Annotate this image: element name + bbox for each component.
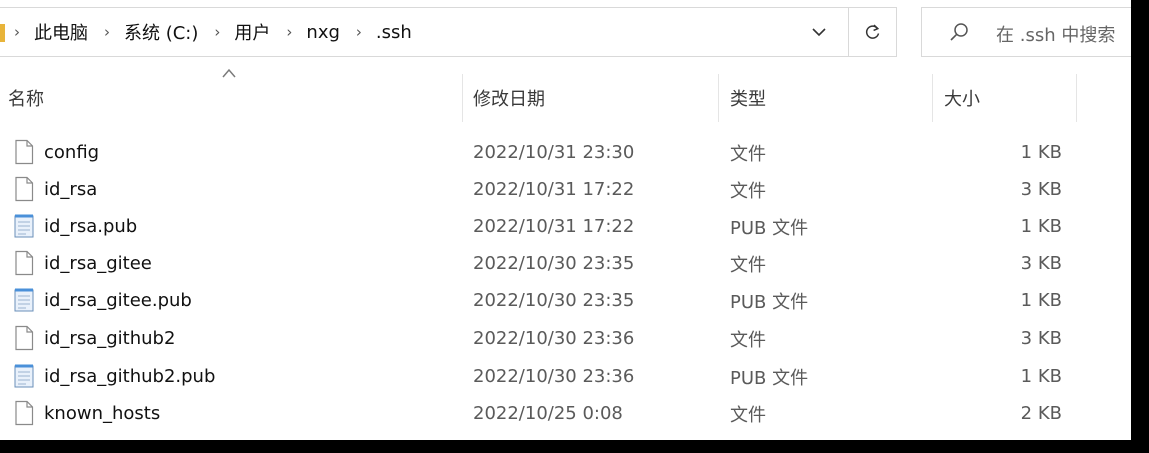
file-date: 2022/10/31 17:22 — [473, 216, 635, 237]
refresh-button[interactable] — [848, 8, 896, 56]
blank-file-icon — [15, 250, 34, 276]
column-header-name-label: 名称 — [8, 89, 44, 110]
file-size: 3 KB — [1020, 179, 1062, 200]
file-type: PUB 文件 — [730, 367, 809, 389]
search-input[interactable]: 在 .ssh 中搜索 — [921, 7, 1131, 57]
file-name[interactable]: id_rsa_github2.pub — [44, 358, 215, 395]
file-size: 3 KB — [1020, 253, 1062, 274]
column-divider[interactable] — [1076, 74, 1077, 122]
notepad-file-icon — [14, 364, 34, 388]
file-name[interactable]: id_rsa_gitee.pub — [44, 282, 192, 319]
file-date: 2022/10/25 0:08 — [473, 403, 623, 424]
file-size: 2 KB — [1020, 403, 1062, 424]
file-type: 文件 — [730, 143, 766, 165]
file-date: 2022/10/31 17:22 — [473, 179, 635, 200]
breadcrumb-drive-c[interactable]: 系统 (C:) — [124, 19, 198, 45]
blank-file-icon — [15, 139, 34, 165]
column-header-type-label: 类型 — [730, 89, 766, 110]
file-size: 1 KB — [1020, 366, 1062, 387]
chevron-right-icon: › — [14, 23, 20, 41]
file-date: 2022/10/30 23:36 — [473, 366, 635, 387]
file-type: PUB 文件 — [730, 217, 809, 239]
address-bar[interactable]: › 此电脑 › 系统 (C:) › 用户 › nxg › .ssh — [0, 7, 897, 57]
chevron-right-icon[interactable]: › — [104, 23, 110, 41]
folder-icon — [0, 24, 5, 42]
file-date: 2022/10/30 23:36 — [473, 328, 635, 349]
refresh-icon — [865, 24, 879, 39]
file-type: 文件 — [730, 404, 766, 426]
chevron-right-icon[interactable]: › — [286, 23, 292, 41]
column-divider[interactable] — [932, 74, 933, 122]
file-row[interactable]: config 2022/10/31 23:30 文件 1 KB — [0, 134, 1131, 171]
file-name[interactable]: id_rsa — [44, 171, 97, 208]
file-size: 3 KB — [1020, 328, 1062, 349]
file-date: 2022/10/30 23:35 — [473, 290, 635, 311]
column-divider[interactable] — [462, 74, 463, 122]
search-icon — [950, 23, 968, 41]
file-row[interactable]: known_hosts 2022/10/25 0:08 文件 2 KB — [0, 395, 1131, 432]
column-header-size-label: 大小 — [944, 89, 980, 110]
explorer-window: › 此电脑 › 系统 (C:) › 用户 › nxg › .ssh 在 .ssh… — [0, 0, 1131, 440]
file-row[interactable]: id_rsa_gitee 2022/10/30 23:35 文件 3 KB — [0, 245, 1131, 282]
file-row[interactable]: id_rsa.pub 2022/10/31 17:22 PUB 文件 1 KB — [0, 208, 1131, 245]
file-type: 文件 — [730, 180, 766, 202]
breadcrumb: › 此电脑 › 系统 (C:) › 用户 › nxg › .ssh — [12, 8, 426, 56]
column-divider[interactable] — [718, 74, 719, 122]
file-date: 2022/10/30 23:35 — [473, 253, 635, 274]
file-type: 文件 — [730, 254, 766, 276]
search-placeholder: 在 .ssh 中搜索 — [996, 25, 1116, 46]
file-name[interactable]: id_rsa.pub — [44, 208, 137, 245]
file-row[interactable]: id_rsa_github2 2022/10/30 23:36 文件 3 KB — [0, 320, 1131, 357]
chevron-right-icon[interactable]: › — [214, 23, 220, 41]
file-row[interactable]: id_rsa_github2.pub 2022/10/30 23:36 PUB … — [0, 358, 1131, 395]
file-name[interactable]: id_rsa_github2 — [44, 320, 175, 357]
file-size: 1 KB — [1020, 142, 1062, 163]
blank-file-icon — [15, 325, 34, 351]
file-date: 2022/10/31 23:30 — [473, 142, 635, 163]
breadcrumb-this-pc[interactable]: 此电脑 — [34, 19, 88, 45]
file-name[interactable]: config — [44, 134, 99, 171]
breadcrumb-ssh[interactable]: .ssh — [376, 22, 412, 43]
file-type: PUB 文件 — [730, 291, 809, 313]
file-name[interactable]: id_rsa_gitee — [44, 245, 152, 282]
file-name[interactable]: known_hosts — [44, 395, 160, 432]
column-header-name[interactable]: 名称 — [8, 74, 460, 122]
breadcrumb-nxg[interactable]: nxg — [306, 22, 340, 43]
chevron-down-icon — [812, 28, 826, 37]
breadcrumb-users[interactable]: 用户 — [234, 19, 270, 45]
column-header-size[interactable]: 大小 — [944, 74, 1074, 122]
notepad-file-icon — [14, 214, 34, 238]
file-type: 文件 — [730, 329, 766, 351]
file-row[interactable]: id_rsa_gitee.pub 2022/10/30 23:35 PUB 文件… — [0, 282, 1131, 319]
file-size: 1 KB — [1020, 216, 1062, 237]
file-row[interactable]: id_rsa 2022/10/31 17:22 文件 3 KB — [0, 171, 1131, 208]
notepad-file-icon — [14, 288, 34, 312]
file-size: 1 KB — [1020, 290, 1062, 311]
column-header-type[interactable]: 类型 — [730, 74, 930, 122]
blank-file-icon — [15, 400, 34, 426]
column-header-date[interactable]: 修改日期 — [473, 74, 713, 122]
address-history-button[interactable] — [795, 8, 843, 56]
blank-file-icon — [15, 176, 34, 202]
chevron-right-icon[interactable]: › — [356, 23, 362, 41]
column-header-date-label: 修改日期 — [473, 89, 545, 110]
